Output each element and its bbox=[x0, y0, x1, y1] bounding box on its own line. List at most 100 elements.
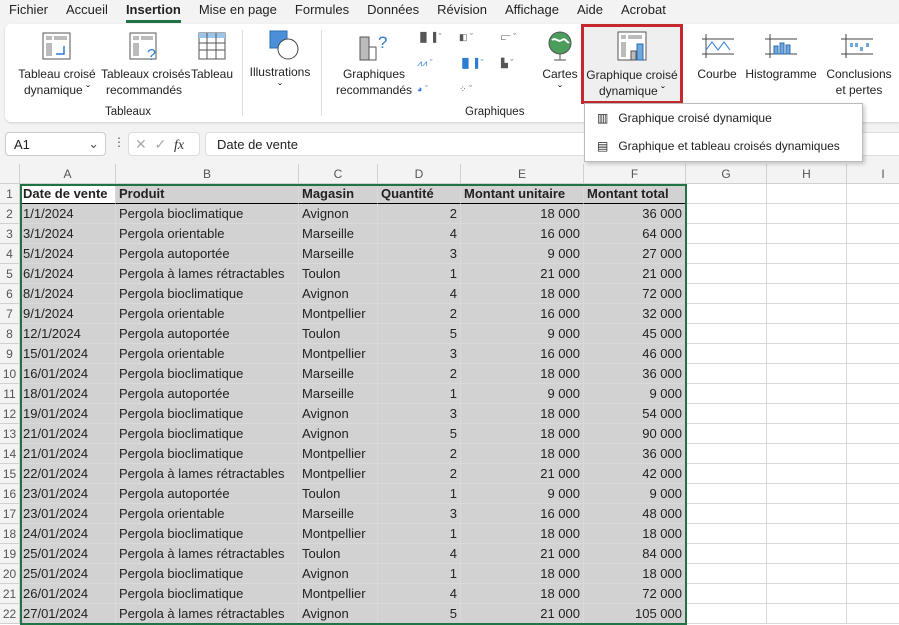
cell[interactable] bbox=[767, 504, 847, 524]
cell[interactable] bbox=[686, 244, 767, 264]
cell[interactable] bbox=[767, 264, 847, 284]
cell[interactable]: Avignon bbox=[299, 284, 378, 304]
recommended-pivots-button[interactable]: Tableaux croisés recommandés bbox=[101, 66, 190, 98]
cell[interactable] bbox=[767, 384, 847, 404]
winloss-sparkline-button[interactable]: Conclusions et pertes bbox=[821, 66, 897, 98]
cell[interactable] bbox=[847, 544, 899, 564]
header-cell[interactable] bbox=[686, 184, 767, 204]
cell[interactable] bbox=[847, 284, 899, 304]
row-header[interactable]: 11 bbox=[0, 384, 20, 404]
cell[interactable] bbox=[686, 304, 767, 324]
cell[interactable]: Marseille bbox=[299, 364, 378, 384]
cell[interactable]: 21 000 bbox=[461, 544, 584, 564]
cell[interactable] bbox=[767, 364, 847, 384]
cell[interactable] bbox=[686, 544, 767, 564]
cell[interactable]: 12/1/2024 bbox=[20, 324, 116, 344]
row-header[interactable]: 13 bbox=[0, 424, 20, 444]
cell[interactable]: 72 000 bbox=[584, 284, 686, 304]
cell[interactable]: 1 bbox=[378, 524, 461, 544]
cell[interactable] bbox=[847, 224, 899, 244]
cell[interactable] bbox=[847, 204, 899, 224]
cell[interactable]: 18 000 bbox=[461, 424, 584, 444]
cell[interactable] bbox=[686, 584, 767, 604]
column-header[interactable]: G bbox=[686, 164, 767, 184]
cell[interactable] bbox=[686, 604, 767, 624]
combo-chart-dropdown[interactable]: ▙ ˇ bbox=[501, 58, 513, 69]
cell[interactable]: 25/01/2024 bbox=[20, 544, 116, 564]
row-header[interactable]: 4 bbox=[0, 244, 20, 264]
cell[interactable]: Montpellier bbox=[299, 584, 378, 604]
cell[interactable]: 9 000 bbox=[461, 384, 584, 404]
header-cell[interactable] bbox=[767, 184, 847, 204]
cell[interactable]: Pergola à lames rétractables bbox=[116, 604, 299, 624]
cell[interactable]: Pergola orientable bbox=[116, 224, 299, 244]
cell[interactable]: 1 bbox=[378, 564, 461, 584]
cell[interactable]: Pergola autoportée bbox=[116, 244, 299, 264]
menu-tab-4[interactable]: Formules bbox=[286, 0, 358, 20]
cell[interactable] bbox=[686, 504, 767, 524]
pivot-table-button[interactable]: Tableau croisé dynamique ˇ bbox=[17, 66, 97, 98]
cell[interactable]: 3/1/2024 bbox=[20, 224, 116, 244]
cell[interactable]: 21/01/2024 bbox=[20, 424, 116, 444]
cell[interactable]: 5/1/2024 bbox=[20, 244, 116, 264]
row-header[interactable]: 9 bbox=[0, 344, 20, 364]
header-cell[interactable]: Quantité bbox=[378, 184, 461, 204]
cell[interactable]: Pergola bioclimatique bbox=[116, 404, 299, 424]
cell[interactable]: Pergola bioclimatique bbox=[116, 564, 299, 584]
cell[interactable]: 21 000 bbox=[461, 464, 584, 484]
row-header[interactable]: 2 bbox=[0, 204, 20, 224]
cell[interactable]: 1/1/2024 bbox=[20, 204, 116, 224]
cell[interactable]: Pergola bioclimatique bbox=[116, 284, 299, 304]
cell[interactable]: 21 000 bbox=[461, 264, 584, 284]
cell[interactable]: Pergola à lames rétractables bbox=[116, 544, 299, 564]
cell[interactable]: 1 bbox=[378, 264, 461, 284]
header-cell[interactable]: Montant total bbox=[584, 184, 686, 204]
menu-item-pivot-chart-and-table[interactable]: ▤ Graphique et tableau croisés dynamiques bbox=[585, 132, 862, 160]
cell[interactable] bbox=[686, 204, 767, 224]
row-header[interactable]: 21 bbox=[0, 584, 20, 604]
cell[interactable] bbox=[686, 524, 767, 544]
row-header[interactable]: 16 bbox=[0, 484, 20, 504]
cell[interactable] bbox=[686, 424, 767, 444]
row-header[interactable]: 7 bbox=[0, 304, 20, 324]
cell[interactable]: Pergola autoportée bbox=[116, 384, 299, 404]
cell[interactable] bbox=[767, 604, 847, 624]
line-chart-dropdown[interactable]: ⩘⩘ ˇ bbox=[417, 58, 433, 69]
cell[interactable]: 22/01/2024 bbox=[20, 464, 116, 484]
cell[interactable]: 5 bbox=[378, 604, 461, 624]
maps-button[interactable]: Cartes ˇ bbox=[539, 66, 581, 98]
cell[interactable]: 45 000 bbox=[584, 324, 686, 344]
cell[interactable] bbox=[767, 324, 847, 344]
cell[interactable]: 16 000 bbox=[461, 344, 584, 364]
cell[interactable] bbox=[686, 224, 767, 244]
table-button[interactable]: Tableau bbox=[190, 66, 234, 82]
menu-item-pivot-chart[interactable]: ▥ Graphique croisé dynamique bbox=[585, 104, 862, 132]
column-sparkline-button[interactable]: Histogramme bbox=[741, 66, 821, 82]
row-header[interactable]: 5 bbox=[0, 264, 20, 284]
cell[interactable]: 2 bbox=[378, 464, 461, 484]
cell[interactable]: 84 000 bbox=[584, 544, 686, 564]
header-cell[interactable]: Date de vente bbox=[20, 184, 116, 204]
cell[interactable]: 105 000 bbox=[584, 604, 686, 624]
cell[interactable]: Avignon bbox=[299, 564, 378, 584]
menu-tab-9[interactable]: Acrobat bbox=[612, 0, 675, 20]
pie-chart-dropdown[interactable]: ◕ ˇ bbox=[417, 84, 428, 94]
cell[interactable]: Marseille bbox=[299, 244, 378, 264]
cell[interactable]: 18 000 bbox=[461, 364, 584, 384]
cell[interactable]: 32 000 bbox=[584, 304, 686, 324]
cell[interactable]: Montpellier bbox=[299, 304, 378, 324]
cell[interactable] bbox=[767, 524, 847, 544]
cell[interactable]: Montpellier bbox=[299, 524, 378, 544]
cell[interactable]: Avignon bbox=[299, 204, 378, 224]
cell[interactable]: 9 000 bbox=[584, 484, 686, 504]
menu-tab-0[interactable]: Fichier bbox=[0, 0, 57, 20]
cell[interactable]: 18 000 bbox=[584, 524, 686, 544]
cell[interactable] bbox=[686, 564, 767, 584]
cell[interactable] bbox=[686, 404, 767, 424]
cell[interactable]: 8/1/2024 bbox=[20, 284, 116, 304]
cell[interactable]: 9 000 bbox=[584, 384, 686, 404]
cell[interactable]: 2 bbox=[378, 364, 461, 384]
cell[interactable]: Avignon bbox=[299, 604, 378, 624]
cell[interactable] bbox=[767, 464, 847, 484]
recommended-charts-button[interactable]: Graphiques recommandés bbox=[332, 66, 416, 98]
